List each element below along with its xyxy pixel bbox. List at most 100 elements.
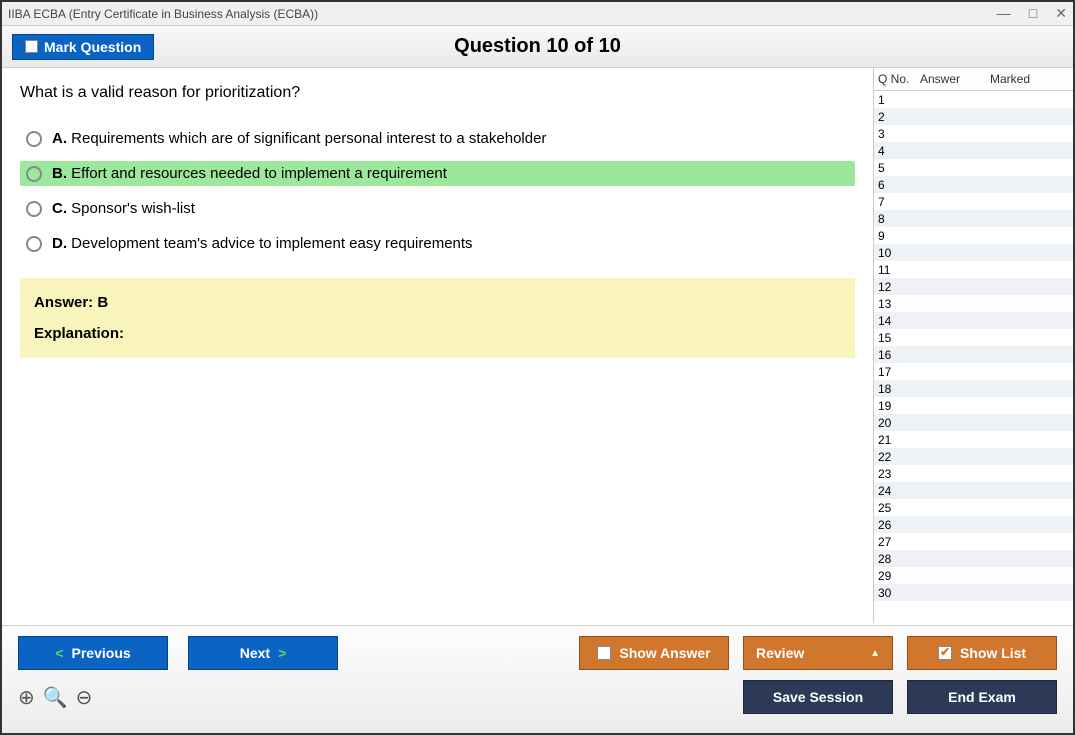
topbar: Mark Question Question 10 of 10 (2, 26, 1073, 68)
action-buttons: Show Answer Review ▲ Show List (579, 636, 1057, 670)
question-row[interactable]: 20 (874, 414, 1073, 431)
question-row[interactable]: 17 (874, 363, 1073, 380)
zoom-controls: ⊕ 🔍 ⊖ (18, 685, 92, 710)
question-row[interactable]: 22 (874, 448, 1073, 465)
show-list-label: Show List (960, 645, 1026, 661)
question-row[interactable]: 10 (874, 244, 1073, 261)
chevron-left-icon: < (55, 645, 63, 661)
row-qno: 7 (874, 195, 916, 209)
row-qno: 30 (874, 586, 916, 600)
question-row[interactable]: 7 (874, 193, 1073, 210)
row-qno: 17 (874, 365, 916, 379)
row-qno: 29 (874, 569, 916, 583)
zoom-in-icon[interactable]: ⊕ (18, 685, 35, 710)
question-row[interactable]: 9 (874, 227, 1073, 244)
question-row[interactable]: 19 (874, 397, 1073, 414)
question-row[interactable]: 15 (874, 329, 1073, 346)
button-row-1: < Previous Next > Show Answer Review ▲ S… (18, 636, 1057, 670)
question-row[interactable]: 18 (874, 380, 1073, 397)
titlebar: IIBA ECBA (Entry Certificate in Business… (2, 2, 1073, 26)
explanation-line: Explanation: (34, 325, 841, 342)
end-exam-label: End Exam (948, 689, 1016, 705)
middle-area: What is a valid reason for prioritizatio… (2, 68, 1073, 623)
question-row[interactable]: 29 (874, 567, 1073, 584)
review-label: Review (756, 645, 804, 661)
nav-buttons: < Previous Next > (18, 636, 338, 670)
question-row[interactable]: 2 (874, 108, 1073, 125)
option-label: B. Effort and resources needed to implem… (52, 165, 447, 182)
option-C[interactable]: C. Sponsor's wish-list (20, 196, 855, 221)
button-row-2: ⊕ 🔍 ⊖ Save Session End Exam (18, 680, 1057, 714)
row-qno: 6 (874, 178, 916, 192)
question-row[interactable]: 24 (874, 482, 1073, 499)
show-answer-button[interactable]: Show Answer (579, 636, 729, 670)
question-row[interactable]: 4 (874, 142, 1073, 159)
question-row[interactable]: 5 (874, 159, 1073, 176)
minimize-icon[interactable]: — (997, 5, 1011, 22)
option-label: C. Sponsor's wish-list (52, 200, 195, 217)
mark-question-button[interactable]: Mark Question (12, 34, 154, 60)
close-icon[interactable]: ✕ (1055, 5, 1067, 22)
option-label: A. Requirements which are of significant… (52, 130, 546, 147)
question-list-header: Q No. Answer Marked (874, 68, 1073, 91)
maximize-icon[interactable]: □ (1029, 5, 1037, 22)
show-answer-label: Show Answer (619, 645, 710, 661)
question-text: What is a valid reason for prioritizatio… (20, 84, 855, 102)
zoom-out-icon[interactable]: ⊖ (76, 685, 93, 710)
question-row[interactable]: 16 (874, 346, 1073, 363)
row-qno: 9 (874, 229, 916, 243)
row-qno: 28 (874, 552, 916, 566)
question-list-body[interactable]: 1234567891011121314151617181920212223242… (874, 91, 1073, 623)
row-qno: 18 (874, 382, 916, 396)
question-list-panel: Q No. Answer Marked 12345678910111213141… (873, 68, 1073, 623)
row-qno: 23 (874, 467, 916, 481)
row-qno: 2 (874, 110, 916, 124)
question-row[interactable]: 3 (874, 125, 1073, 142)
option-D[interactable]: D. Development team's advice to implemen… (20, 231, 855, 256)
row-qno: 25 (874, 501, 916, 515)
window-title: IIBA ECBA (Entry Certificate in Business… (8, 7, 318, 21)
question-row[interactable]: 28 (874, 550, 1073, 567)
row-qno: 3 (874, 127, 916, 141)
radio-icon (26, 201, 42, 217)
row-qno: 19 (874, 399, 916, 413)
row-qno: 11 (874, 263, 916, 277)
review-button[interactable]: Review ▲ (743, 636, 893, 670)
row-qno: 1 (874, 93, 916, 107)
question-row[interactable]: 30 (874, 584, 1073, 601)
row-qno: 13 (874, 297, 916, 311)
option-B[interactable]: B. Effort and resources needed to implem… (20, 161, 855, 186)
next-button[interactable]: Next > (188, 636, 338, 670)
radio-icon (26, 166, 42, 182)
question-row[interactable]: 27 (874, 533, 1073, 550)
row-qno: 5 (874, 161, 916, 175)
question-row[interactable]: 11 (874, 261, 1073, 278)
save-session-label: Save Session (773, 689, 863, 705)
radio-icon (26, 236, 42, 252)
option-label: D. Development team's advice to implemen… (52, 235, 473, 252)
save-session-button[interactable]: Save Session (743, 680, 893, 714)
previous-label: Previous (72, 645, 131, 661)
row-qno: 15 (874, 331, 916, 345)
question-content: What is a valid reason for prioritizatio… (2, 68, 873, 623)
question-heading: Question 10 of 10 (454, 35, 621, 58)
bottombar: < Previous Next > Show Answer Review ▲ S… (2, 625, 1073, 733)
question-row[interactable]: 21 (874, 431, 1073, 448)
question-row[interactable]: 8 (874, 210, 1073, 227)
question-row[interactable]: 14 (874, 312, 1073, 329)
question-row[interactable]: 1 (874, 91, 1073, 108)
question-row[interactable]: 13 (874, 295, 1073, 312)
col-answer: Answer (916, 68, 986, 90)
question-row[interactable]: 6 (874, 176, 1073, 193)
question-row[interactable]: 25 (874, 499, 1073, 516)
end-exam-button[interactable]: End Exam (907, 680, 1057, 714)
row-qno: 24 (874, 484, 916, 498)
previous-button[interactable]: < Previous (18, 636, 168, 670)
show-list-button[interactable]: Show List (907, 636, 1057, 670)
option-A[interactable]: A. Requirements which are of significant… (20, 126, 855, 151)
question-row[interactable]: 12 (874, 278, 1073, 295)
question-row[interactable]: 23 (874, 465, 1073, 482)
checkbox-icon (25, 40, 38, 53)
zoom-icon[interactable]: 🔍 (43, 685, 68, 710)
question-row[interactable]: 26 (874, 516, 1073, 533)
